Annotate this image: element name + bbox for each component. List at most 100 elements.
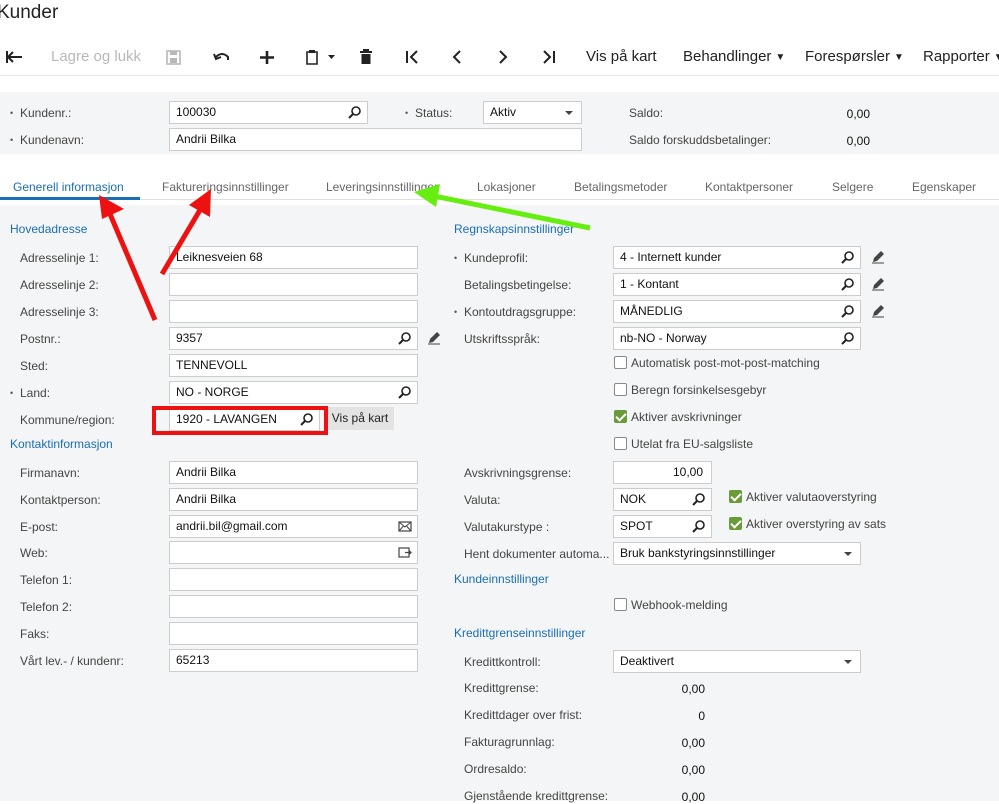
email-field[interactable]: andrii.bil@gmail.com bbox=[169, 515, 418, 538]
credit-days-label: Kredittdager over frist: bbox=[464, 708, 583, 722]
status-label: Status: bbox=[405, 106, 452, 120]
overdue-charges-checkbox[interactable] bbox=[614, 383, 627, 396]
reports-menu[interactable]: Rapporter ▼ bbox=[923, 38, 999, 76]
terms-field[interactable]: 1 - Kontant bbox=[613, 273, 861, 296]
back-arrow-icon[interactable] bbox=[6, 38, 24, 76]
city-field[interactable]: TENNEVOLL bbox=[169, 354, 418, 377]
exclude-eu-label: Utelat fra EU-salgsliste bbox=[631, 437, 754, 451]
chevron-down-icon bbox=[565, 111, 573, 115]
search-icon[interactable] bbox=[692, 516, 706, 537]
clipboard-icon[interactable] bbox=[305, 38, 337, 76]
map-button[interactable]: Vis på kart bbox=[586, 38, 657, 76]
auto-apply-label: Automatisk post-mot-post-matching bbox=[631, 356, 820, 370]
rate-type-field[interactable]: SPOT bbox=[613, 515, 712, 538]
address-line1-field[interactable]: Leiknesveien 68 bbox=[169, 246, 418, 269]
customer-name-field[interactable]: Andrii Bilka bbox=[169, 128, 582, 151]
country-field[interactable]: NO - NORGE bbox=[169, 381, 418, 404]
actions-menu[interactable]: Behandlinger ▼ bbox=[683, 38, 785, 76]
prepay-balance-value: 0,00 bbox=[846, 134, 870, 148]
search-icon[interactable] bbox=[692, 489, 706, 510]
invoice-basis-value: 0,00 bbox=[681, 736, 705, 750]
web-label: Web: bbox=[20, 546, 48, 560]
writeoff-limit-label: Avskrivningsgrense: bbox=[464, 466, 572, 480]
statement-group-field[interactable]: MÅNEDLIG bbox=[613, 300, 861, 323]
chevron-down-icon bbox=[844, 552, 852, 556]
external-link-icon[interactable] bbox=[398, 542, 412, 563]
auto-apply-checkbox[interactable] bbox=[614, 356, 627, 369]
tab-delivery-settings[interactable]: Leveringsinnstillinger bbox=[326, 180, 438, 194]
vendor-number-field[interactable]: 65213 bbox=[169, 649, 418, 672]
search-icon[interactable] bbox=[841, 328, 855, 349]
customer-name-value: Andrii Bilka bbox=[176, 132, 237, 146]
last-record-icon[interactable] bbox=[542, 38, 556, 76]
phone2-label: Telefon 2: bbox=[20, 600, 73, 614]
tab-billing-settings[interactable]: Faktureringsinnstillinger bbox=[162, 180, 289, 194]
tab-payment-methods[interactable]: Betalingsmetoder bbox=[574, 180, 667, 194]
edit-pencil-icon[interactable] bbox=[427, 331, 441, 345]
customer-class-field[interactable]: 4 - Internett kunder bbox=[613, 246, 861, 269]
currency-value: NOK bbox=[620, 492, 647, 506]
order-balance-label: Ordresaldo: bbox=[464, 762, 527, 776]
credit-limit-value: 0,00 bbox=[681, 682, 705, 696]
previous-record-icon[interactable] bbox=[451, 38, 463, 76]
exclude-eu-checkbox[interactable] bbox=[614, 437, 627, 450]
rate-override-checkbox[interactable] bbox=[729, 517, 742, 530]
search-icon[interactable] bbox=[398, 328, 412, 349]
credit-verification-select[interactable]: Deaktivert bbox=[613, 650, 861, 673]
tab-salespersons[interactable]: Selgere bbox=[832, 180, 873, 194]
save-and-close-button[interactable]: Lagre og lukk bbox=[51, 38, 141, 76]
page-title: Kunder bbox=[0, 2, 59, 23]
edit-pencil-icon[interactable] bbox=[871, 277, 885, 291]
currency-field[interactable]: NOK bbox=[613, 488, 712, 511]
vendor-number-label: Vårt lev.- / kundenr: bbox=[20, 654, 124, 668]
address-map-button[interactable]: Vis på kart bbox=[326, 407, 394, 430]
status-select[interactable]: Aktiv bbox=[483, 101, 582, 124]
balance-label: Saldo: bbox=[629, 106, 664, 120]
tab-general-info[interactable]: Generell informasjon bbox=[13, 180, 124, 194]
company-name-field[interactable]: Andrii Bilka bbox=[169, 461, 418, 484]
first-record-icon[interactable] bbox=[405, 38, 419, 76]
contact-person-label: Kontaktperson: bbox=[20, 493, 101, 507]
edit-pencil-icon[interactable] bbox=[871, 304, 885, 318]
save-icon[interactable] bbox=[166, 38, 182, 76]
actions-menu-label: Behandlinger bbox=[683, 48, 772, 65]
tab-locations[interactable]: Lokasjoner bbox=[477, 180, 536, 194]
search-icon[interactable] bbox=[398, 382, 412, 403]
credit-days-value: 0 bbox=[698, 709, 705, 723]
contact-person-field[interactable]: Andrii Bilka bbox=[169, 488, 418, 511]
fax-label: Faks: bbox=[20, 627, 50, 641]
search-icon[interactable] bbox=[841, 274, 855, 295]
prepay-balance-label: Saldo forskuddsbetalinger: bbox=[629, 133, 772, 147]
webhook-checkbox[interactable] bbox=[614, 598, 627, 611]
undo-icon[interactable] bbox=[213, 38, 231, 76]
tab-contacts[interactable]: Kontaktpersoner bbox=[705, 180, 793, 194]
search-icon[interactable] bbox=[841, 301, 855, 322]
writeoff-limit-field[interactable]: 10,00 bbox=[613, 461, 712, 484]
next-record-icon[interactable] bbox=[497, 38, 509, 76]
chevron-down-icon: ▼ bbox=[993, 52, 999, 63]
inquiries-menu[interactable]: Forespørsler ▼ bbox=[805, 38, 904, 76]
search-icon[interactable] bbox=[841, 247, 855, 268]
address-line3-field[interactable] bbox=[169, 300, 418, 323]
plus-icon[interactable] bbox=[259, 38, 275, 76]
edit-pencil-icon[interactable] bbox=[871, 250, 885, 264]
customer-id-field[interactable]: 100030 bbox=[169, 101, 368, 124]
address-line2-field[interactable] bbox=[169, 273, 418, 296]
fetch-documents-select[interactable]: Bruk bankstyringsinnstillinger bbox=[613, 542, 861, 565]
trash-icon[interactable] bbox=[359, 38, 373, 76]
web-field[interactable] bbox=[169, 541, 418, 564]
postal-code-field[interactable]: 9357 bbox=[169, 327, 418, 350]
phone2-field[interactable] bbox=[169, 595, 418, 618]
search-icon[interactable] bbox=[348, 102, 362, 123]
tab-attributes[interactable]: Egenskaper bbox=[912, 180, 976, 194]
envelope-icon[interactable] bbox=[398, 516, 412, 537]
city-label: Sted: bbox=[20, 359, 49, 373]
postal-code-label: Postnr.: bbox=[20, 332, 61, 346]
currency-override-checkbox[interactable] bbox=[729, 490, 742, 503]
print-language-field[interactable]: nb-NO - Norway bbox=[613, 327, 861, 350]
phone1-field[interactable] bbox=[169, 568, 418, 591]
fax-field[interactable] bbox=[169, 622, 418, 645]
email-label: E-post: bbox=[20, 520, 59, 534]
company-name-value: Andrii Bilka bbox=[176, 465, 237, 479]
enable-writeoffs-checkbox[interactable] bbox=[614, 410, 627, 423]
